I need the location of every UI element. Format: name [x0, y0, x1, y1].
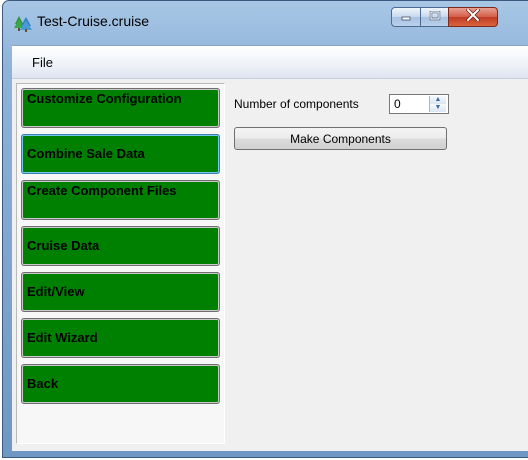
sidebar-panel: Customize Configuration Combine Sale Dat…	[16, 83, 225, 444]
sidebar-item-back[interactable]: Back	[21, 364, 220, 404]
chevron-up-icon: ▲	[434, 96, 442, 103]
close-button[interactable]	[448, 7, 498, 27]
make-components-button[interactable]: Make Components	[234, 127, 447, 150]
components-stepper[interactable]: 0 ▲ ▼	[389, 94, 449, 114]
minimize-button[interactable]	[391, 7, 421, 27]
sidebar-item-combine-sale-data[interactable]: Combine Sale Data	[21, 134, 220, 174]
title-bar[interactable]: Test-Cruise.cruise	[3, 1, 528, 45]
sidebar-item-customize-configuration[interactable]: Customize Configuration	[21, 88, 220, 128]
maximize-button[interactable]	[420, 7, 449, 27]
maximize-icon	[429, 8, 441, 26]
window-title: Test-Cruise.cruise	[37, 13, 150, 29]
stepper-arrows: ▲ ▼	[429, 96, 447, 112]
client-area: File Customize Configuration Combine Sal…	[12, 45, 528, 451]
minimize-icon	[400, 8, 412, 26]
app-tree-icon	[14, 14, 32, 32]
menu-bar: File	[12, 46, 528, 79]
sidebar-item-edit-view[interactable]: Edit/View	[21, 272, 220, 312]
components-value[interactable]: 0	[394, 97, 401, 111]
sidebar-item-edit-wizard[interactable]: Edit Wizard	[21, 318, 220, 358]
close-icon	[466, 8, 480, 26]
components-label: Number of components	[234, 97, 359, 111]
stepper-down-button[interactable]: ▼	[430, 104, 446, 112]
sidebar-item-cruise-data[interactable]: Cruise Data	[21, 226, 220, 266]
chevron-down-icon: ▼	[434, 104, 442, 111]
app-window: Test-Cruise.cruise File Customize Config…	[2, 0, 528, 458]
menu-file[interactable]: File	[32, 55, 53, 70]
sidebar-item-create-component-files[interactable]: Create Component Files	[21, 180, 220, 220]
